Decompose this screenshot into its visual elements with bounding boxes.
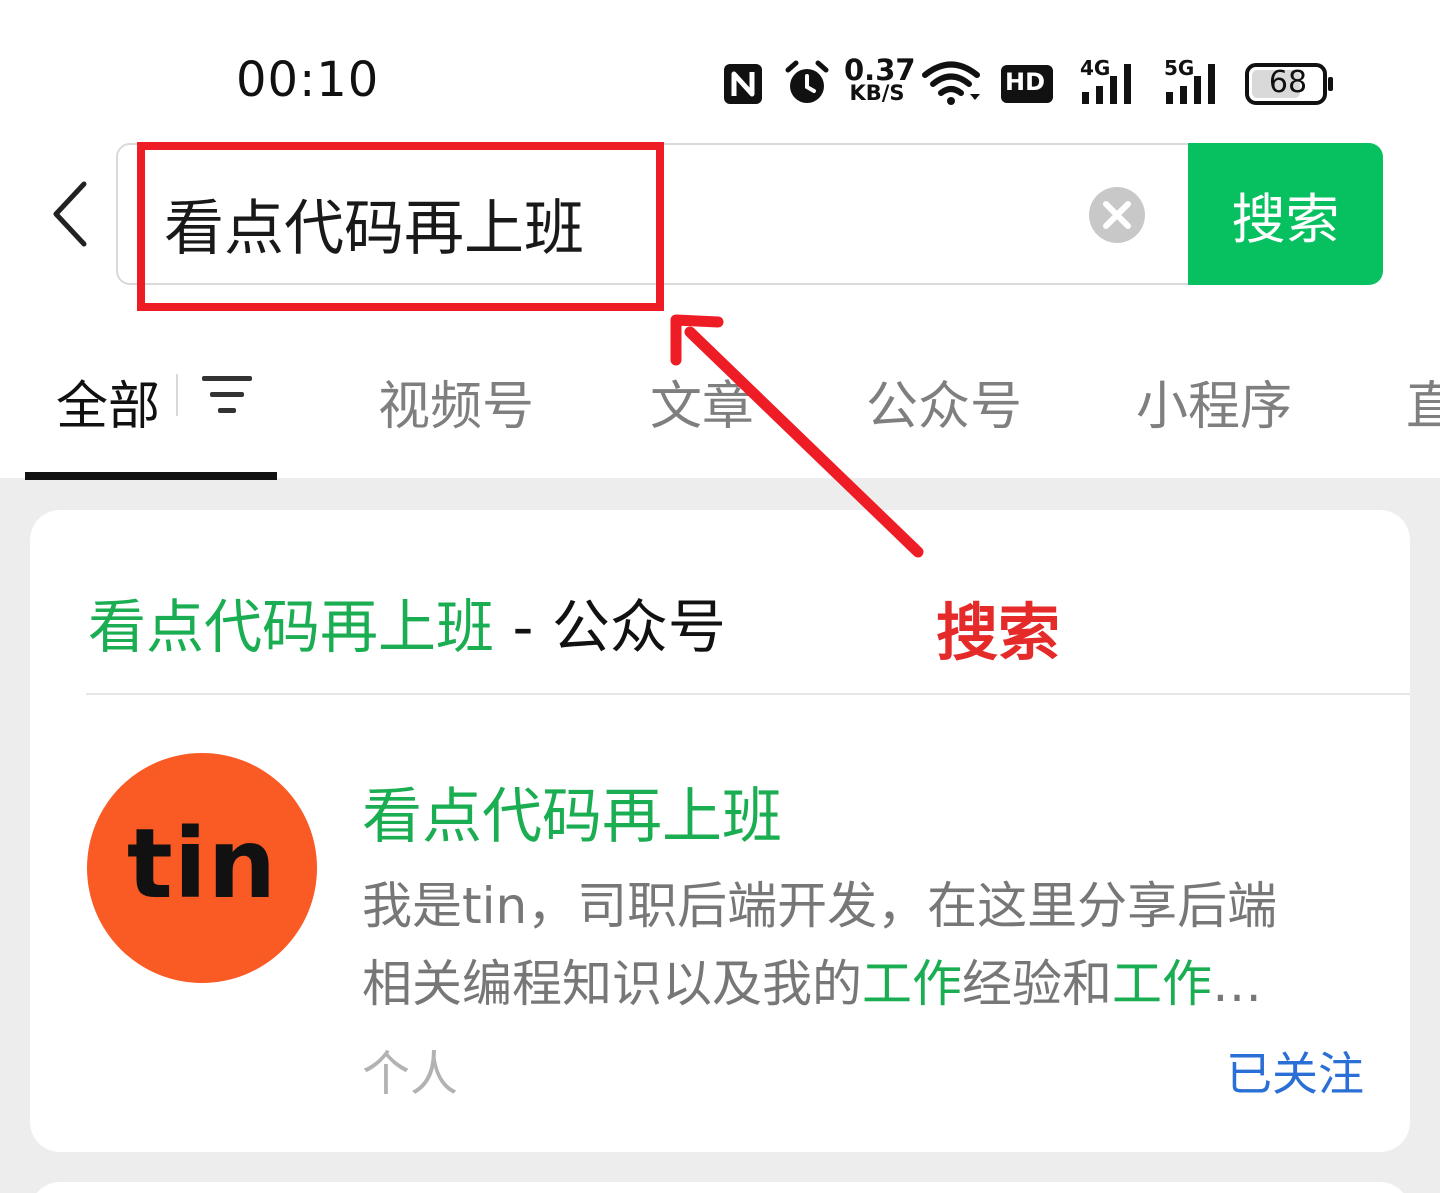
card-divider [86, 693, 1410, 695]
account-name[interactable]: 看点代码再上班 [362, 768, 782, 855]
tab-divider [176, 374, 178, 416]
next-result-card [30, 1182, 1410, 1193]
desc-highlight: 工作 [862, 955, 962, 1013]
back-arrow-icon[interactable] [44, 176, 104, 252]
account-description-line1: 我是tin，司职后端开发，在这里分享后端 [362, 877, 1278, 935]
status-time: 00:10 [236, 52, 380, 108]
section-title-highlight: 看点代码再上班 [88, 593, 495, 661]
tab-articles[interactable]: 文章 [650, 364, 754, 439]
follow-status[interactable]: 已关注 [1226, 1038, 1364, 1104]
filter-icon[interactable] [200, 372, 254, 418]
tab-all[interactable]: 全部 [56, 364, 160, 439]
tab-mini-programs[interactable]: 小程序 [1136, 364, 1292, 439]
account-type: 个人 [362, 1046, 459, 1102]
nfc-icon [724, 64, 762, 104]
tab-channels[interactable]: 视频号 [378, 364, 534, 439]
annotation-label: 搜索 [936, 596, 1061, 669]
annotation-highlight-box [137, 142, 664, 311]
active-tab-indicator [25, 472, 277, 480]
net-speed-unit: KB/S [849, 81, 905, 105]
status-icons: 0.37 KB/S HD 4G 5G 68 [722, 56, 1342, 112]
desc-text: 相关编程知识以及我的 [362, 955, 862, 1013]
section-title[interactable]: 看点代码再上班 - 公众号 [88, 580, 726, 664]
signal-4g-icon [1082, 64, 1131, 104]
tab-live[interactable]: 直 [1406, 364, 1440, 439]
tab-official-accounts[interactable]: 公众号 [866, 364, 1022, 439]
hd-label: HD [1005, 68, 1046, 96]
account-description-line2: 相关编程知识以及我的工作经验和工作… [362, 944, 1262, 1016]
avatar-text: tin [126, 808, 278, 920]
wechat-search-page: 00:10 0.37 KB/S HD 4G 5G 68 看点代码再上班 搜索 全… [0, 0, 1440, 1193]
avatar[interactable]: tin [87, 753, 317, 983]
desc-text: 经验和 [962, 955, 1112, 1013]
battery-level: 68 [1268, 65, 1308, 100]
clear-icon[interactable] [1088, 186, 1146, 244]
desc-ellipsis: … [1212, 955, 1262, 1013]
alarm-icon [785, 60, 829, 103]
net-speed: 0.37 KB/S [844, 56, 916, 105]
section-title-rest: - 公众号 [494, 593, 726, 661]
signal-5g-icon [1166, 64, 1215, 104]
desc-highlight: 工作 [1112, 955, 1212, 1013]
search-button[interactable]: 搜索 [1188, 143, 1383, 285]
wifi-icon [922, 61, 980, 105]
